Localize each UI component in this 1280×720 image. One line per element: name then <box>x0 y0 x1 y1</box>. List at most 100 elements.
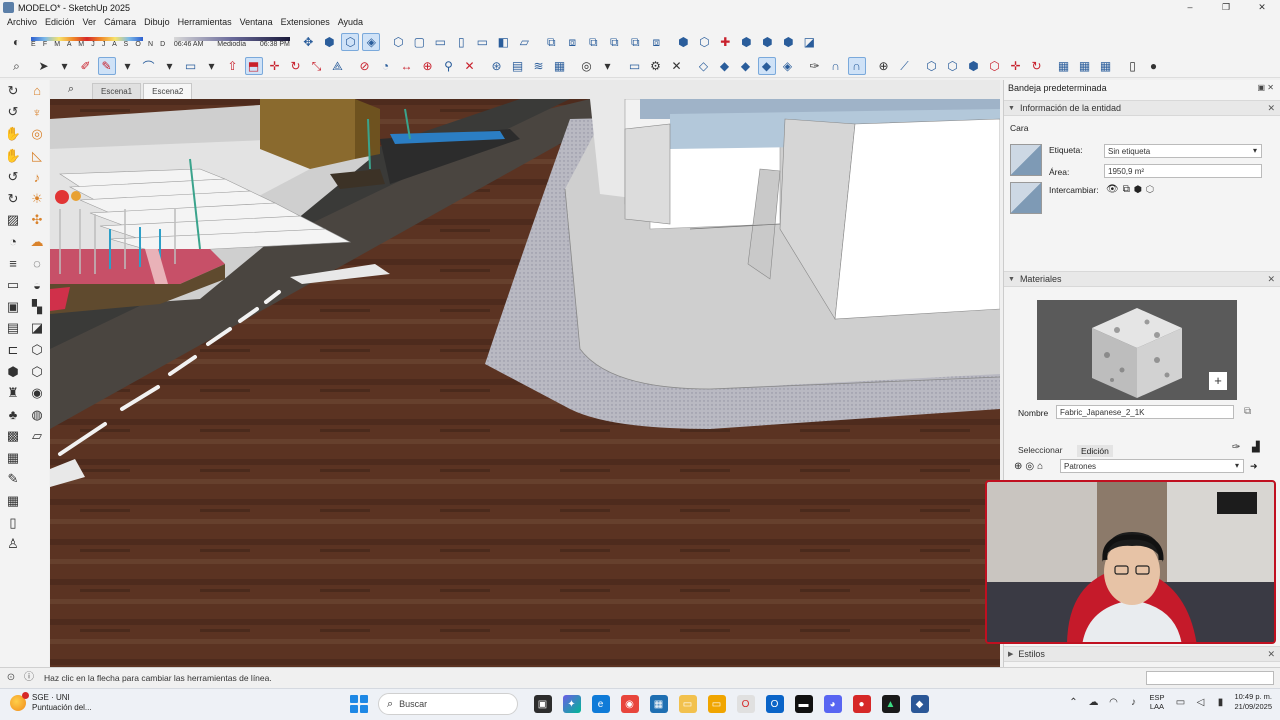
view-right-icon[interactable]: ▯ <box>452 33 470 51</box>
paint-icon[interactable]: ⚲ <box>440 57 458 75</box>
menu-ventana[interactable]: Ventana <box>236 17 277 27</box>
sketchup-taskbar-icon[interactable]: ◆ <box>910 695 929 713</box>
hidden-line-icon[interactable]: ⬢ <box>737 33 755 51</box>
menu-edicion[interactable]: Edición <box>41 17 79 27</box>
tool-ring-icon[interactable]: ◌ <box>25 253 49 275</box>
wireframe-icon[interactable]: ✚ <box>716 33 734 51</box>
search-icon[interactable]: ⌕ <box>8 57 26 75</box>
xray-icon[interactable]: ⬢ <box>674 33 692 51</box>
shadow-month-slider[interactable]: E F M A M J J A S O N D <box>31 36 168 48</box>
tool-mesh-icon[interactable]: ▚ <box>25 296 49 318</box>
tool-rotate-icon[interactable]: ↺ <box>1 166 25 188</box>
edge-tool-icon[interactable]: ⟋ <box>896 57 914 75</box>
tool-lock-icon[interactable]: ▤ <box>1 318 25 340</box>
terminal-icon[interactable]: ▬ <box>794 695 813 713</box>
add-circle-icon[interactable]: ⊕ <box>875 57 893 75</box>
tool-sun-icon[interactable]: ☀ <box>25 188 49 210</box>
tool-gesture-icon[interactable]: ↻ <box>1 188 25 210</box>
opera-icon[interactable]: O <box>736 695 755 713</box>
tool-pan-hand-icon[interactable]: ✋ <box>1 123 25 145</box>
tab-edicion[interactable]: Edición <box>1077 445 1113 457</box>
move-icon[interactable]: ✛ <box>266 57 284 75</box>
tool-hand-icon[interactable]: ✋ <box>1 145 25 167</box>
tray-options-icon[interactable]: ▣ ✕ <box>1258 83 1274 92</box>
tool-paint-icon[interactable]: ♆ <box>25 102 49 124</box>
smoove-icon[interactable]: ≋ <box>530 57 548 75</box>
back-edges-icon[interactable]: ⬡ <box>695 33 713 51</box>
tool-sphere-icon[interactable]: ◉ <box>25 382 49 404</box>
select-dropdown-icon[interactable]: ▾ <box>56 57 74 75</box>
clock[interactable]: 10:49 p. m. 21/09/2025 <box>1234 692 1272 712</box>
material-name-field[interactable]: Fabric_Japanese_2_1K <box>1056 405 1234 419</box>
shape-tool-icon[interactable]: ▭ <box>182 57 200 75</box>
warehouse-icon[interactable]: ▦ <box>1055 57 1073 75</box>
protractor-icon[interactable]: ◔ <box>377 57 395 75</box>
push-pull-icon[interactable]: ⇧ <box>224 57 242 75</box>
tool-lamp-icon[interactable]: ♪ <box>25 166 49 188</box>
tool-cloud-icon[interactable]: ☁ <box>25 231 49 253</box>
styles-header[interactable]: ▶ Estilos ✕ <box>1004 646 1280 662</box>
solid-intersect-icon[interactable]: ⬡ <box>944 57 962 75</box>
layout-icon[interactable]: ▦ <box>1097 57 1115 75</box>
tool-pot-icon[interactable]: ◒ <box>25 274 49 296</box>
drop-icon[interactable]: ◇ <box>695 57 713 75</box>
rotate-icon[interactable]: ↻ <box>287 57 305 75</box>
arc-tool-icon[interactable]: ⌒ <box>140 57 158 75</box>
monochrome-icon[interactable]: ◪ <box>800 33 818 51</box>
windows-start-icon[interactable] <box>350 695 368 713</box>
discord-icon[interactable]: ◕ <box>823 695 842 713</box>
tool-fabric-icon[interactable]: ▩ <box>1 426 25 448</box>
tool-monitor-icon[interactable]: ▣ <box>1 296 25 318</box>
tool-door-icon[interactable]: ▯ <box>1 512 25 534</box>
entity-info-header[interactable]: ▼ Información de la entidad ✕ <box>1004 100 1280 116</box>
tool-house-icon[interactable]: ⌂ <box>25 80 49 102</box>
3d-viewport[interactable] <box>50 99 1000 667</box>
tool-pencil-box-icon[interactable]: ✎ <box>1 469 25 491</box>
two-point-icon[interactable]: ◈ <box>362 33 381 51</box>
view-back-icon[interactable]: ▭ <box>473 33 491 51</box>
solid-shell-icon[interactable]: ↻ <box>1028 57 1046 75</box>
user-icon[interactable]: ● <box>1145 57 1163 75</box>
drop-2-icon[interactable]: ◆ <box>716 57 734 75</box>
axes-icon[interactable]: ✕ <box>461 57 479 75</box>
text-tool-icon[interactable]: ⊕ <box>419 57 437 75</box>
network-icon[interactable]: ▭ <box>1173 697 1187 708</box>
drop-3-icon[interactable]: ◆ <box>737 57 755 75</box>
label-select[interactable]: Sin etiqueta ▾ <box>1104 144 1262 158</box>
shaded-icon[interactable]: ⬢ <box>758 33 776 51</box>
minimize-button[interactable]: – <box>1172 0 1208 15</box>
tool-tiles-icon[interactable]: ▦ <box>1 490 25 512</box>
section-fill-icon[interactable]: ⧈ <box>563 33 581 51</box>
tool-orbit-icon[interactable]: ↻ <box>1 80 25 102</box>
area-field[interactable]: 1950,9 m² <box>1104 164 1262 178</box>
tool-plant-icon[interactable]: ♣ <box>1 404 25 426</box>
perspective-icon[interactable]: ⬡ <box>341 33 360 51</box>
close-panel-icon[interactable]: ✕ <box>1267 103 1275 114</box>
close-panel-icon[interactable]: ✕ <box>1267 274 1275 285</box>
section-toggle-icon[interactable]: ⧈ <box>647 33 665 51</box>
view-bottom-icon[interactable]: ▱ <box>515 33 533 51</box>
store-icon[interactable]: ▦ <box>649 695 668 713</box>
tool-triangle-icon[interactable]: ◺ <box>25 145 49 167</box>
edge-icon[interactable]: e <box>591 695 610 713</box>
sandbox-icon[interactable]: ⊛ <box>488 57 506 75</box>
section-plane-icon[interactable]: ⧉ <box>542 33 560 51</box>
view-left-icon[interactable]: ◧ <box>494 33 512 51</box>
section-display-icon[interactable]: ⧉ <box>584 33 602 51</box>
details-arrow-icon[interactable]: ➜ <box>1250 461 1258 472</box>
weather-widget[interactable]: SGE · UNI Puntuación del... <box>10 692 92 713</box>
tool-bucket-icon[interactable]: ▱ <box>25 426 49 448</box>
tool-grid-icon[interactable]: ▦ <box>1 447 25 469</box>
follow-me-icon[interactable]: ⟁ <box>329 57 347 75</box>
geo-location-icon[interactable]: ⊙ <box>4 671 18 685</box>
drop-5-icon[interactable]: ◈ <box>779 57 797 75</box>
section-active-icon[interactable]: ⧉ <box>626 33 644 51</box>
pipette-icon[interactable]: ✑ <box>1232 442 1240 453</box>
close-panel-icon[interactable]: ✕ <box>1267 649 1275 660</box>
select-arrow-icon[interactable]: ➤ <box>35 57 53 75</box>
iso-view-icon[interactable]: ⬢ <box>320 33 338 51</box>
shadows-toggle-icon[interactable]: ◐ <box>8 33 26 51</box>
tool-image-icon[interactable]: ▨ <box>1 210 25 232</box>
folder-icon[interactable]: ▭ <box>626 57 644 75</box>
sandbox-scratch-icon[interactable]: ▤ <box>509 57 527 75</box>
